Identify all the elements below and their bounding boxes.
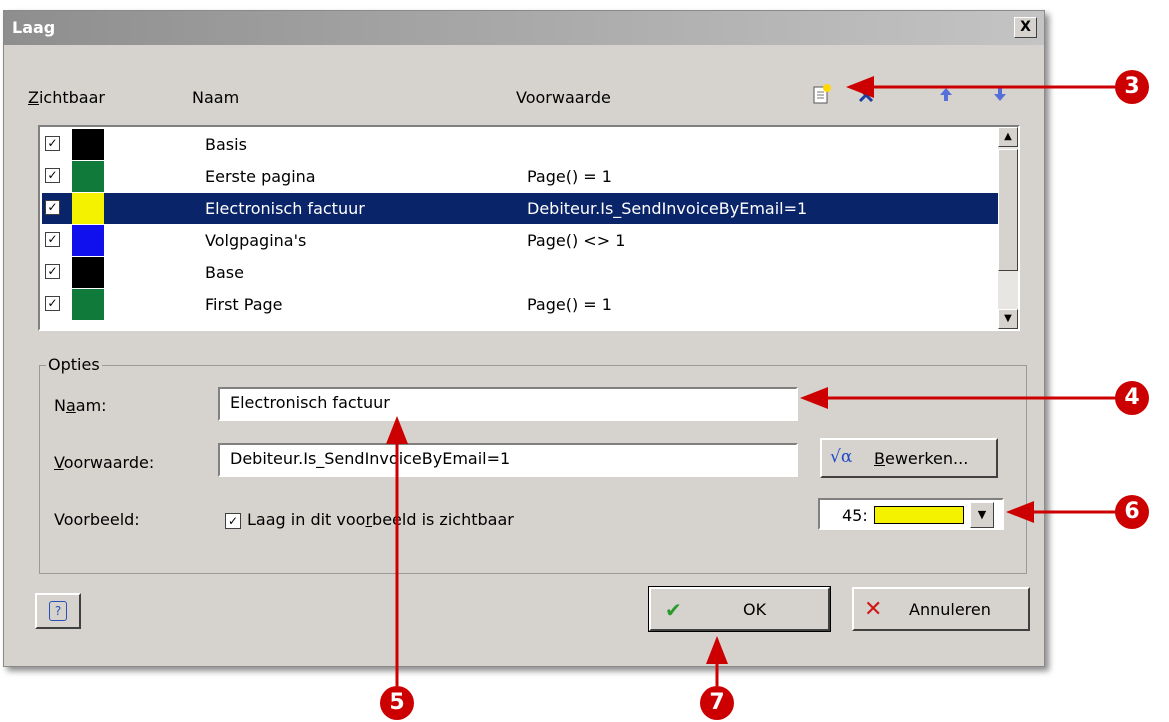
callout-marker-5: 5 bbox=[380, 686, 414, 720]
callout-marker-6: 6 bbox=[1115, 495, 1149, 529]
callout-marker-4: 4 bbox=[1115, 381, 1149, 415]
callout-marker-7: 7 bbox=[700, 686, 734, 720]
callout-arrows bbox=[386, 76, 1120, 686]
callout-marker-3: 3 bbox=[1115, 70, 1149, 104]
